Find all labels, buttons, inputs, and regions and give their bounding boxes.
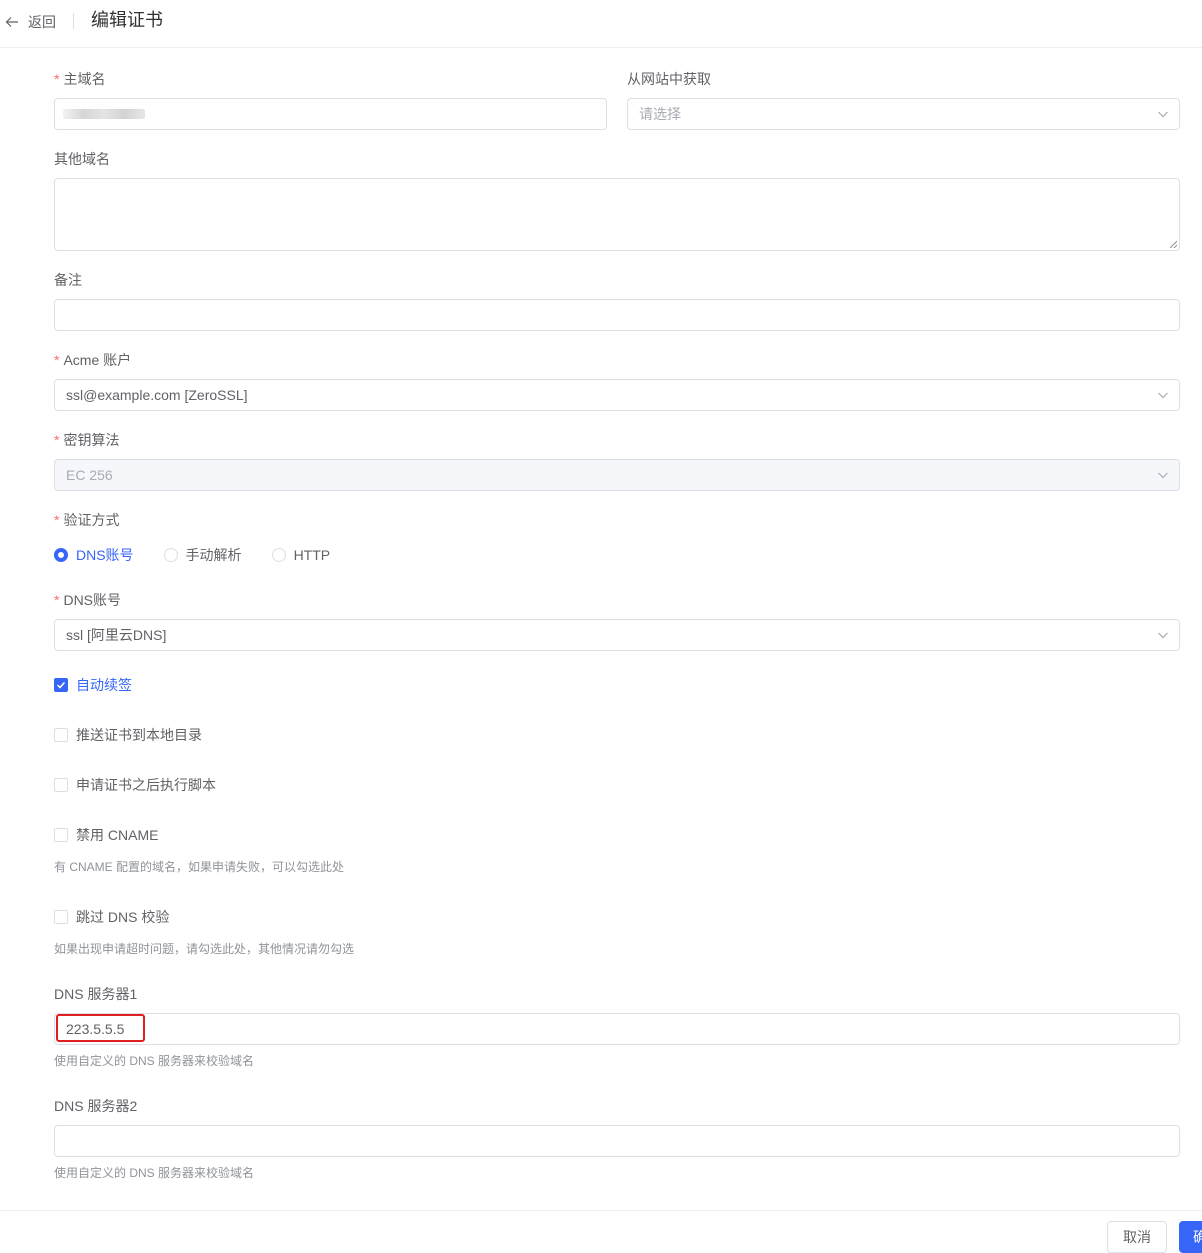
push-local-checkbox[interactable]: 推送证书到本地目录: [54, 725, 202, 745]
redacted-domain: [63, 109, 145, 119]
confirm-button[interactable]: 确: [1179, 1221, 1202, 1253]
acme-account-select[interactable]: ssl@example.com [ZeroSSL]: [54, 379, 1180, 411]
acme-account-value: ssl@example.com [ZeroSSL]: [66, 387, 248, 403]
other-domains-textarea[interactable]: [54, 178, 1180, 251]
remark-label: 备注: [54, 272, 82, 288]
from-site-label: 从网站中获取: [627, 71, 711, 87]
checkbox-box: [54, 828, 68, 842]
back-button[interactable]: 返回: [5, 12, 56, 32]
dns-server2-hint: 使用自定义的 DNS 服务器来校验域名: [54, 1166, 255, 1180]
radio-http[interactable]: HTTP: [271, 547, 330, 563]
key-algorithm-value: EC 256: [66, 467, 113, 483]
page-header: 返回 编辑证书: [0, 0, 1202, 48]
cancel-button[interactable]: 取消: [1107, 1221, 1167, 1253]
dns-server2-label: DNS 服务器2: [54, 1098, 138, 1114]
disable-cname-checkbox[interactable]: 禁用 CNAME: [54, 825, 158, 845]
main-domain-label: * 主域名: [54, 71, 106, 87]
dialog-footer: [0, 1210, 1202, 1253]
verify-method-label: * 验证方式: [54, 512, 120, 528]
radio-dot: [271, 548, 286, 562]
key-algorithm-select: EC 256: [54, 459, 1180, 491]
back-label: 返回: [28, 14, 56, 30]
auto-renew-checkbox[interactable]: 自动续签: [54, 675, 132, 695]
chevron-down-icon: [1158, 111, 1168, 118]
radio-manual-resolve[interactable]: 手动解析: [163, 545, 242, 565]
dns-server1-label: DNS 服务器1: [54, 986, 138, 1002]
skip-dns-check-checkbox[interactable]: 跳过 DNS 校验: [54, 907, 169, 927]
chevron-down-icon: [1158, 392, 1168, 399]
post-script-checkbox[interactable]: 申请证书之后执行脚本: [54, 775, 216, 795]
resize-handle-icon[interactable]: [1169, 240, 1177, 248]
other-domains-label: 其他域名: [54, 151, 110, 167]
skip-dns-check-hint: 如果出现申请超时问题，请勾选此处，其他情况请勿勾选: [54, 942, 355, 956]
dns-account-label: * DNS账号: [54, 592, 122, 608]
from-site-placeholder: 请选择: [639, 106, 681, 122]
from-site-select[interactable]: 请选择: [627, 98, 1180, 130]
checkbox-box: [54, 678, 68, 692]
radio-dot: [163, 548, 178, 562]
dns-server2-input[interactable]: [54, 1125, 1180, 1157]
radio-dot: [54, 548, 68, 562]
remark-input[interactable]: [54, 299, 1180, 331]
acme-account-label: * Acme 账户: [54, 352, 132, 368]
dns-account-select[interactable]: ssl [阿里云DNS]: [54, 619, 1180, 651]
chevron-down-icon: [1158, 632, 1168, 639]
page-title: 编辑证书: [91, 10, 163, 30]
checkbox-box: [54, 778, 68, 792]
header-divider: [73, 13, 74, 29]
checkbox-box: [54, 910, 68, 924]
disable-cname-hint: 有 CNAME 配置的域名，如果申请失败，可以勾选此处: [54, 860, 345, 874]
main-domain-input[interactable]: [54, 98, 607, 130]
checkbox-box: [54, 728, 68, 742]
dns-server1-input[interactable]: 223.5.5.5: [54, 1013, 1180, 1045]
key-algorithm-label: * 密钥算法: [54, 432, 120, 448]
dns-server1-hint: 使用自定义的 DNS 服务器来校验域名: [54, 1054, 255, 1068]
check-icon: [56, 681, 66, 689]
arrow-left-icon: [5, 17, 18, 27]
chevron-down-icon: [1158, 472, 1168, 479]
verify-method-radio-group: DNS账号 手动解析 HTTP: [54, 545, 360, 565]
dns-account-value: ssl [阿里云DNS]: [66, 627, 167, 643]
radio-dns-account[interactable]: DNS账号: [54, 545, 134, 565]
highlight-box: [56, 1014, 145, 1042]
